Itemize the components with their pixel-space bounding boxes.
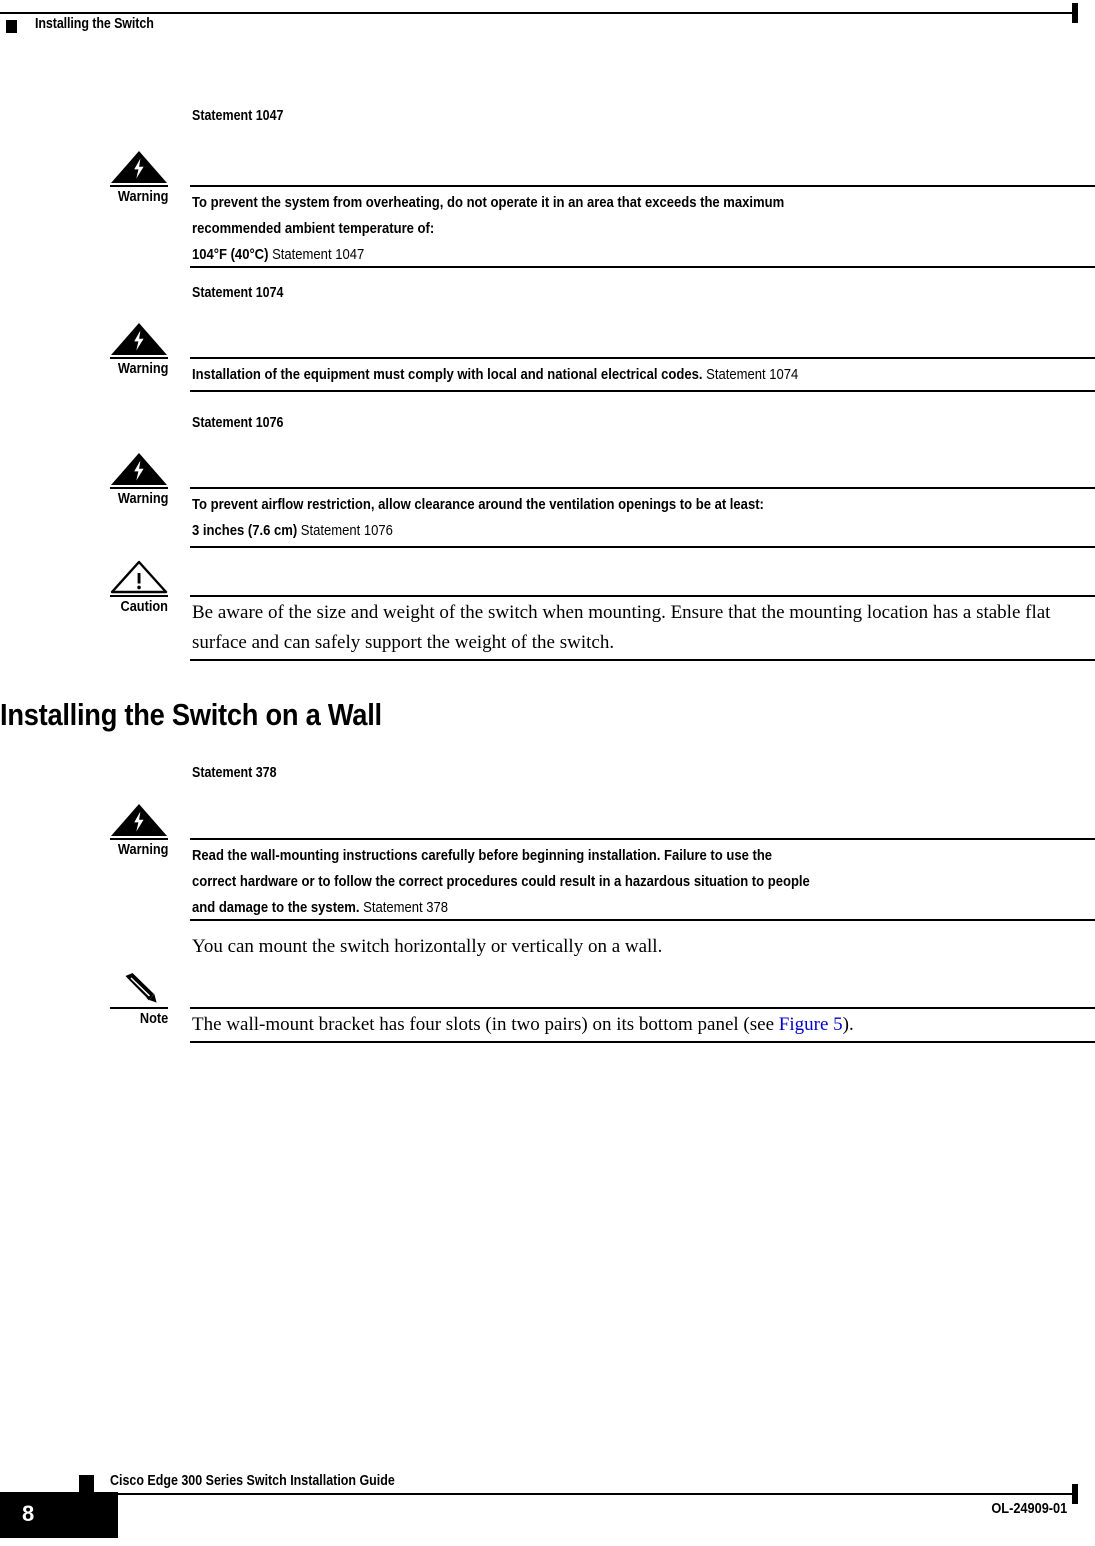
admonition-body-line: To prevent airflow restriction, allow cl… [192, 496, 764, 513]
admonition-body: To prevent the system from overheating, … [192, 190, 1092, 268]
admonition-body-rule-top [190, 357, 1095, 359]
admonition-body-rule-bottom [190, 546, 1095, 548]
admonition-body: Be aware of the size and weight of the s… [192, 598, 1092, 658]
admonition-body-line: and damage to the system. Statement 378 [192, 899, 449, 916]
footer-rule-endcap [1072, 1484, 1078, 1504]
caution-exclamation-triangle-icon [110, 560, 168, 594]
warning-lightning-triangle-icon [110, 150, 168, 184]
statement-heading: Statement 1076 [192, 415, 284, 431]
admonition-body-rule-top [190, 595, 1095, 597]
warning-lightning-triangle-icon [110, 452, 168, 486]
admonition-body-text: Be aware of the size and weight of the s… [192, 602, 1051, 653]
page-footer: 8 Cisco Edge 300 Series Switch Installat… [0, 1450, 1095, 1546]
admonition-body-rule-bottom [190, 919, 1095, 921]
admonition-body: Installation of the equipment must compl… [192, 362, 1092, 388]
admonition-body-line: 3 inches (7.6 cm) Statement 1076 [192, 522, 393, 539]
admonition-body-line: recommended ambient temperature of: [192, 220, 435, 237]
admonition-label: Caution [120, 599, 168, 615]
statement-reference: Statement 1047 [272, 246, 365, 263]
document-id: OL-24909-01 [991, 1501, 1067, 1517]
running-header-title: Installing the Switch [35, 16, 154, 32]
admonition-body-rule-top [190, 838, 1095, 840]
figure-5-link[interactable]: Figure 5 [779, 1014, 843, 1035]
admonition-body-rule-bottom [190, 659, 1095, 661]
statement-reference: Statement 1074 [706, 366, 799, 383]
page-number: 8 [22, 1501, 35, 1526]
running-header: Installing the Switch [0, 0, 1095, 46]
header-rule-endcap [1072, 3, 1078, 23]
admonition-label: Warning [117, 842, 168, 858]
warning-lightning-triangle-icon [110, 322, 168, 356]
admonition-body-rule-top [190, 185, 1095, 187]
header-rule [0, 12, 1072, 14]
black-square-icon [79, 1475, 94, 1493]
note-body-text: The wall-mount bracket has four slots (i… [192, 1010, 1092, 1040]
warning-lightning-triangle-icon [110, 803, 168, 837]
admonition-warning-1074: Statement 1074 Warning Installation of t… [0, 285, 1095, 400]
black-square-icon [6, 20, 17, 33]
admonition-body-rule-bottom [190, 266, 1095, 268]
icon-underline-rule [110, 487, 168, 489]
admonition-note: Note The wall-mount bracket has four slo… [0, 972, 1095, 1043]
admonition-body-line: Read the wall-mounting instructions care… [192, 847, 773, 864]
icon-underline-rule [110, 185, 168, 187]
icon-underline-rule [110, 838, 168, 840]
note-text-after-link: ). [842, 1014, 854, 1035]
footer-rule [94, 1493, 1078, 1495]
section-heading: Installing the Switch on a Wall [0, 697, 382, 732]
admonition-body-line: correct hardware or to follow the correc… [192, 873, 810, 890]
pencil-note-icon [110, 972, 168, 1006]
icon-underline-rule [110, 1007, 168, 1009]
admonition-warning-1076: Statement 1076 Warning To prevent airflo… [0, 415, 1095, 555]
admonition-label: Warning [117, 361, 168, 377]
icon-underline-rule [110, 357, 168, 359]
statement-heading: Statement 1074 [192, 285, 284, 301]
admonition-warning-378: Statement 378 Warning Read the wall-moun… [0, 765, 1095, 925]
page-number-block [0, 1492, 118, 1538]
admonition-label: Note [139, 1011, 168, 1027]
admonition-body: To prevent airflow restriction, allow cl… [192, 492, 1092, 544]
admonition-caution: Caution Be aware of the size and weight … [0, 560, 1095, 661]
admonition-body: The wall-mount bracket has four slots (i… [192, 1010, 1092, 1040]
note-text-before-link: The wall-mount bracket has four slots (i… [192, 1014, 779, 1035]
admonition-label: Warning [117, 189, 168, 205]
body-paragraph: You can mount the switch horizontally or… [192, 936, 663, 957]
statement-heading: Statement 1047 [192, 108, 284, 124]
admonition-body-line: To prevent the system from overheating, … [192, 194, 785, 211]
statement-heading: Statement 378 [192, 765, 277, 781]
admonition-body-rule-top [190, 487, 1095, 489]
icon-underline-rule [110, 595, 168, 597]
admonition-body-line: Installation of the equipment must compl… [192, 366, 799, 383]
statement-reference: Statement 378 [363, 899, 449, 916]
admonition-label: Warning [117, 491, 168, 507]
guide-title: Cisco Edge 300 Series Switch Installatio… [110, 1473, 395, 1489]
admonition-body-line: 104°F (40°C) Statement 1047 [192, 246, 365, 263]
statement-reference: Statement 1076 [300, 522, 393, 539]
admonition-body-rule-bottom [190, 1041, 1095, 1043]
admonition-body-rule-bottom [190, 390, 1095, 392]
admonition-body-rule-top [190, 1007, 1095, 1009]
admonition-body: Read the wall-mounting instructions care… [192, 843, 1092, 921]
admonition-warning-1047: Statement 1047 Warning To prevent the sy… [0, 108, 1095, 268]
